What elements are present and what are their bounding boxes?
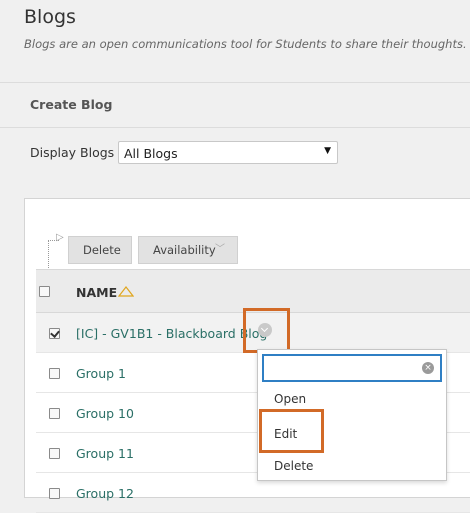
blog-link[interactable]: Group 12	[76, 486, 134, 501]
menu-item-delete[interactable]: Delete	[274, 459, 313, 473]
row-checkbox[interactable]	[49, 368, 60, 379]
display-blogs-label: Display Blogs	[30, 145, 115, 160]
blog-link[interactable]: Group 10	[76, 406, 134, 421]
column-header-name[interactable]: NAME	[76, 285, 117, 300]
sort-ascending-icon[interactable]	[118, 286, 134, 297]
delete-label: Delete	[83, 243, 121, 257]
row-checkbox[interactable]	[49, 408, 60, 419]
divider	[0, 127, 470, 128]
blog-link[interactable]: Group 11	[76, 446, 134, 461]
delete-button[interactable]: Delete	[68, 236, 132, 264]
subtitle-text: Blogs are an open communications tool fo…	[24, 37, 467, 51]
arrow-right-icon: ▷	[56, 232, 64, 243]
row-checkbox[interactable]	[49, 448, 60, 459]
clear-icon[interactable]: ×	[422, 362, 434, 374]
create-blog-button[interactable]: Create Blog	[30, 97, 112, 112]
blog-link[interactable]: Group 1	[76, 366, 126, 381]
select-bracket-icon	[48, 240, 59, 268]
menu-item-open[interactable]: Open	[274, 392, 306, 406]
caret-down-icon: ▼	[324, 146, 331, 156]
availability-button[interactable]: Availability ﹀	[138, 236, 238, 264]
page-header: Blogs Blogs are an open communications t…	[0, 0, 470, 82]
display-blogs-select[interactable]: All Blogs ▼	[118, 141, 338, 164]
select-value: All Blogs	[124, 146, 178, 161]
row-checkbox[interactable]	[49, 488, 60, 499]
menu-search-input[interactable]: ×	[262, 354, 442, 382]
page-title: Blogs	[24, 6, 76, 28]
divider	[0, 82, 470, 83]
page-subtitle: Blogs are an open communications tool fo…	[24, 37, 470, 51]
availability-label: Availability	[153, 243, 216, 257]
highlight-box	[243, 308, 290, 353]
row-checkbox[interactable]	[49, 328, 60, 339]
chevron-down-icon: ﹀	[215, 244, 225, 255]
select-all-checkbox[interactable]	[39, 286, 50, 297]
blog-link[interactable]: [IC] - GV1B1 - Blackboard Blog	[76, 326, 267, 341]
highlight-box	[259, 409, 324, 453]
